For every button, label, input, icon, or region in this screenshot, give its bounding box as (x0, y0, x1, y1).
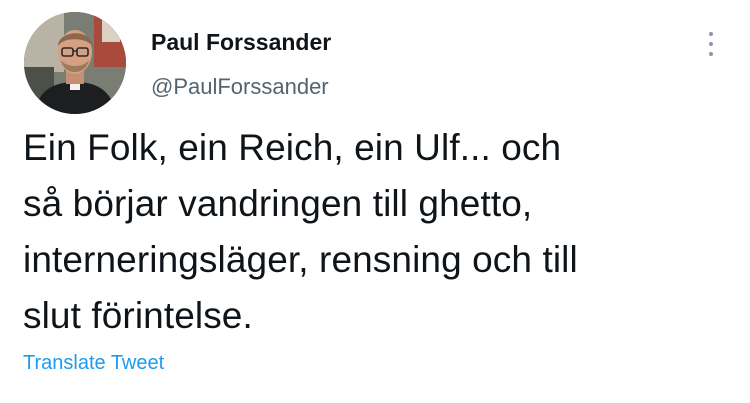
tweet-text: Ein Folk, ein Reich, ein Ulf... och så b… (23, 120, 723, 344)
tweet-text-line: slut förintelse. (23, 295, 253, 336)
more-options-icon[interactable] (700, 28, 724, 60)
more-dot (709, 42, 713, 46)
tweet-text-line: så börjar vandringen till ghetto, (23, 183, 533, 224)
more-dot (709, 32, 713, 36)
tweet-text-line: Ein Folk, ein Reich, ein Ulf... och (23, 127, 562, 168)
author-avatar[interactable] (24, 12, 126, 114)
profile-photo-icon (24, 12, 126, 114)
author-display-name[interactable]: Paul Forssander (151, 29, 331, 56)
more-dot (709, 52, 713, 56)
tweet-text-line: interneringsläger, rensning och till (23, 239, 578, 280)
author-handle[interactable]: @PaulForssander (151, 74, 329, 100)
translate-tweet-link[interactable]: Translate Tweet (23, 352, 164, 375)
tweet-card: Paul Forssander @PaulForssander Ein Folk… (0, 0, 750, 403)
